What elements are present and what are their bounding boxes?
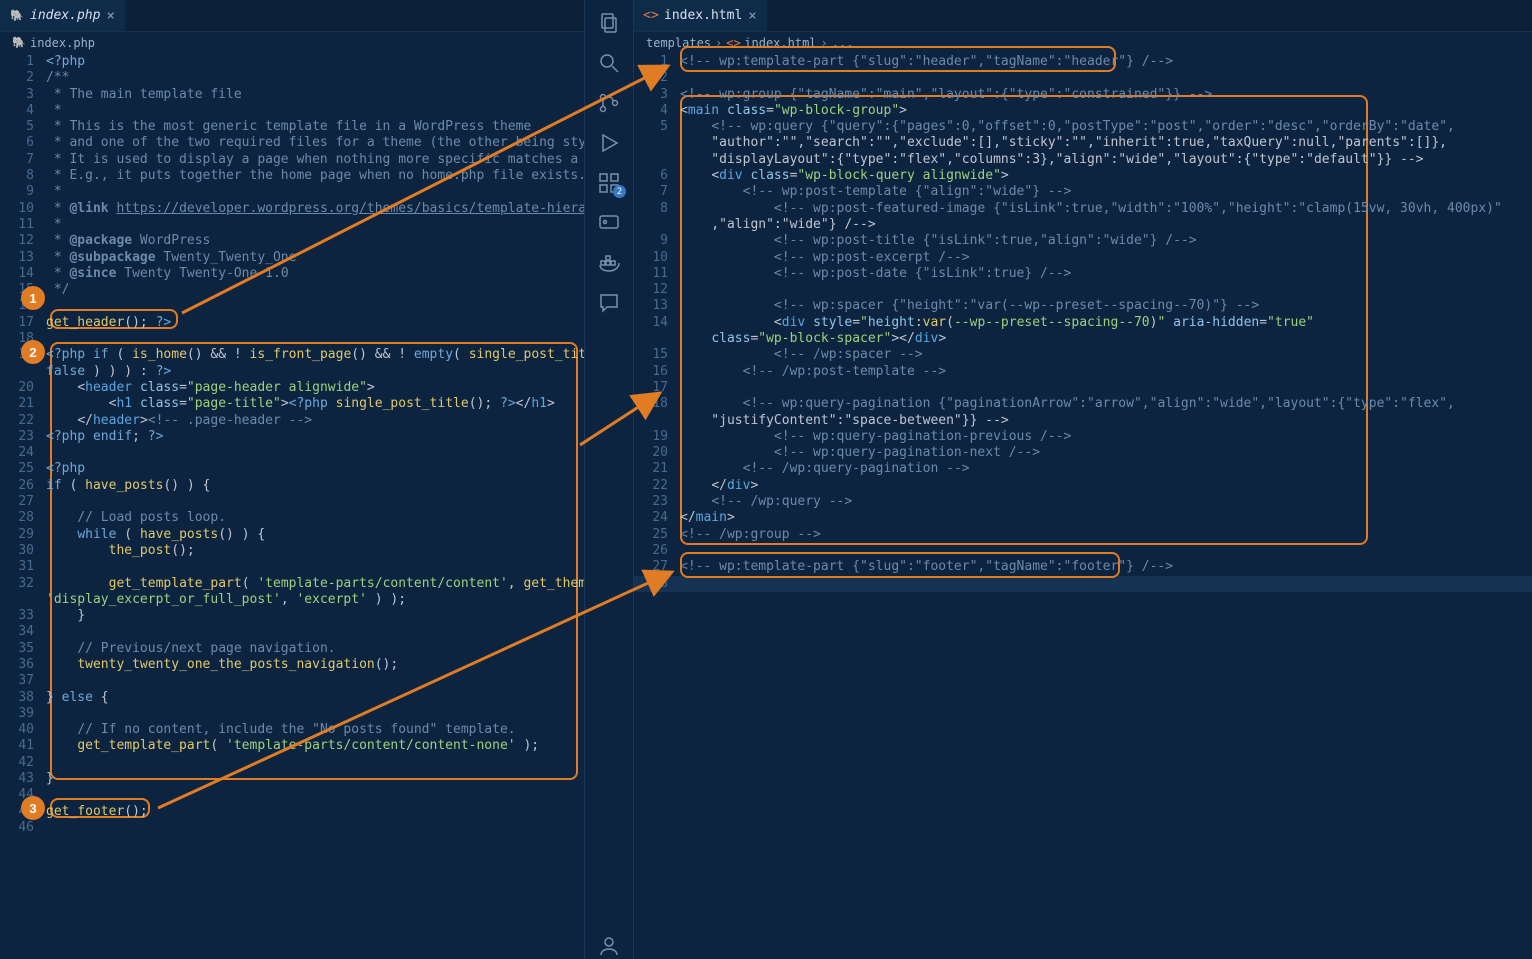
app-root: 🐘 index.php × 🐘 index.php 12345678910111… — [0, 0, 1532, 959]
remote-icon[interactable] — [596, 210, 622, 236]
gutter-left: 1234567891011121314151617181920212223242… — [0, 54, 46, 959]
code-left[interactable]: <?php/** * The main template file * * Th… — [46, 54, 584, 959]
tab-title: index.html — [664, 8, 742, 23]
html-file-icon: <> — [726, 36, 740, 50]
php-file-icon: 🐘 — [12, 36, 26, 50]
close-icon[interactable]: × — [106, 8, 114, 24]
breadcrumb-left[interactable]: 🐘 index.php — [0, 32, 584, 54]
activity-bar: 2 — [584, 0, 634, 959]
docker-icon[interactable] — [596, 250, 622, 276]
close-icon[interactable]: × — [748, 8, 756, 24]
html-file-icon: <> — [644, 9, 658, 23]
annotation-circle-3: 3 — [21, 796, 45, 820]
tabbar-right: <> index.html × — [634, 0, 1532, 32]
chevron-right-icon: › — [715, 36, 722, 50]
debug-icon[interactable] — [596, 130, 622, 156]
source-control-icon[interactable] — [596, 90, 622, 116]
extensions-icon[interactable]: 2 — [596, 170, 622, 196]
search-icon[interactable] — [596, 50, 622, 76]
annotation-circle-1: 1 — [21, 286, 45, 310]
gutter-right: 1234567891011121314151617181920212223242… — [634, 54, 680, 959]
extensions-badge: 2 — [613, 185, 626, 198]
chevron-right-icon: › — [821, 36, 828, 50]
crumb-folder: templates — [646, 36, 711, 50]
tab-index-html[interactable]: <> index.html × — [634, 0, 768, 31]
crumb-tail: ... — [832, 36, 854, 50]
crumb-file: index.html — [744, 36, 816, 50]
tab-index-php[interactable]: 🐘 index.php × — [0, 0, 126, 31]
code-right[interactable]: <!-- wp:template-part {"slug":"header","… — [680, 54, 1532, 959]
tab-title: index.php — [30, 8, 100, 23]
chat-icon[interactable] — [596, 290, 622, 316]
editor-pane-left: 🐘 index.php × 🐘 index.php 12345678910111… — [0, 0, 584, 959]
editor-pane-right: <> index.html × templates › <> index.htm… — [634, 0, 1532, 959]
annotation-circle-2: 2 — [21, 340, 45, 364]
account-icon[interactable] — [596, 933, 622, 959]
tabbar-left: 🐘 index.php × — [0, 0, 584, 32]
php-file-icon: 🐘 — [10, 9, 24, 23]
editor-left[interactable]: 1234567891011121314151617181920212223242… — [0, 54, 584, 959]
crumb-file: index.php — [30, 36, 95, 50]
breadcrumb-right[interactable]: templates › <> index.html › ... — [634, 32, 1532, 54]
files-icon[interactable] — [596, 10, 622, 36]
editor-right[interactable]: 1234567891011121314151617181920212223242… — [634, 54, 1532, 959]
